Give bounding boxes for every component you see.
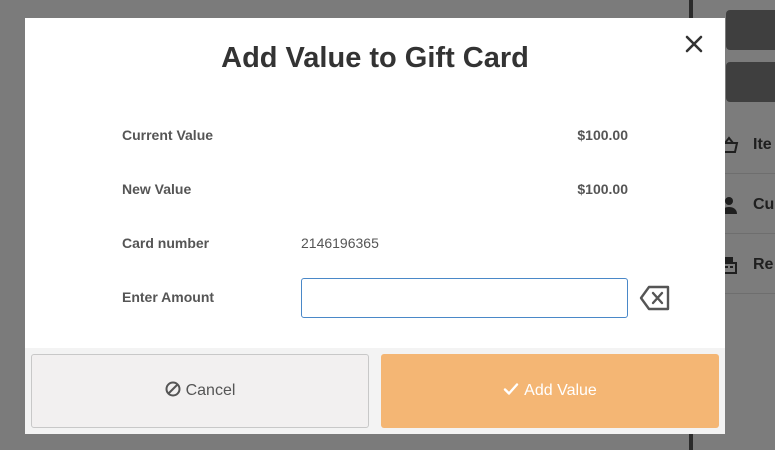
new-value: $100.00	[577, 181, 628, 197]
dialog-title: Add Value to Gift Card	[221, 42, 529, 74]
background-button-1	[726, 10, 775, 50]
background-button-2	[726, 62, 775, 102]
close-icon[interactable]	[682, 32, 706, 56]
card-number: 2146196365	[301, 235, 379, 251]
backspace-icon[interactable]	[639, 284, 671, 312]
add-value-button[interactable]: Add Value	[381, 354, 719, 428]
add-value-dialog: Add Value to Gift Card Current Value $10…	[25, 18, 725, 434]
add-value-button-label: Add Value	[524, 382, 597, 399]
card-number-label: Card number	[122, 235, 210, 251]
check-icon	[503, 381, 519, 402]
new-value-label: New Value	[122, 181, 192, 197]
background-side-item-label: Re	[753, 255, 774, 273]
current-value-label: Current Value	[122, 127, 214, 143]
enter-amount-label: Enter Amount	[122, 289, 215, 305]
background-side-item-label: Ite	[753, 135, 772, 153]
ban-icon	[165, 381, 181, 402]
cancel-button-label: Cancel	[185, 382, 236, 399]
amount-input[interactable]	[301, 278, 628, 318]
background-side-item-label: Cu	[753, 195, 775, 213]
dialog-footer: Cancel Add Value	[25, 348, 725, 434]
current-value: $100.00	[577, 127, 628, 143]
cancel-button[interactable]: Cancel	[31, 354, 369, 428]
